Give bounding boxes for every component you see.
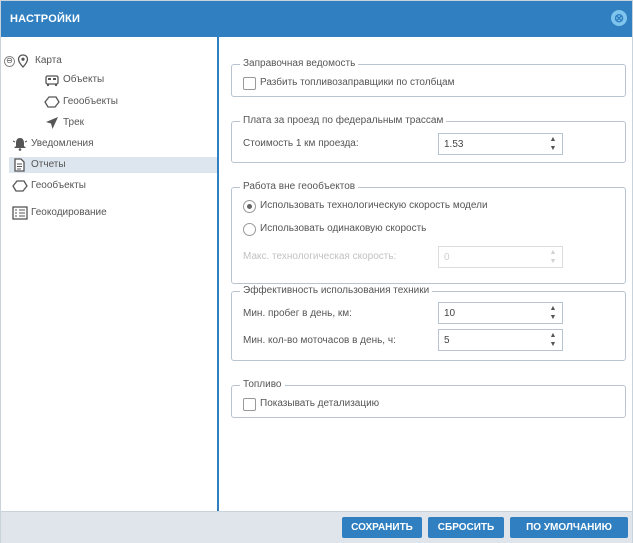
input-value: 10 [444, 308, 456, 319]
bell-icon [12, 137, 28, 151]
outside-geoobjects-group: Работа вне геообъектов Использовать техн… [231, 181, 626, 284]
spinner-icon[interactable]: ▲ ▼ [548, 248, 558, 266]
fuel-sheet-group: Заправочная ведомость Разбить топливозап… [231, 58, 626, 97]
input-value: 5 [444, 335, 450, 346]
sidebar-item-geocoding[interactable]: Геокодирование [12, 205, 107, 221]
same-speed-radio[interactable] [243, 223, 256, 236]
input-value: 1.53 [444, 139, 464, 150]
settings-content: Заправочная ведомость Разбить топливозап… [221, 37, 632, 511]
sidebar-item-label: Геообъекты [63, 96, 118, 107]
toll-group: Плата за проезд по федеральным трассам С… [231, 115, 626, 163]
sidebar-item-label: Уведомления [31, 138, 94, 149]
dialog-footer: СОХРАНИТЬ СБРОСИТЬ ПО УМОЛЧАНИЮ [1, 511, 632, 543]
polygon-icon [12, 179, 28, 193]
car-icon [44, 73, 60, 87]
cost-per-km-input[interactable]: 1.53 ▲ ▼ [438, 133, 563, 155]
dialog-titlebar: НАСТРОЙКИ ⊗ [1, 1, 632, 37]
sidebar-item-label: Объекты [63, 74, 105, 85]
sidebar-item-label: Трек [63, 117, 85, 128]
polygon-icon [44, 95, 60, 109]
sidebar-item-objects[interactable]: Объекты [44, 72, 104, 88]
settings-dialog: НАСТРОЙКИ ⊗ ⊖ Карта Объекты Геообъекты Т… [0, 0, 633, 543]
sidebar-item-reports[interactable]: Отчеты [9, 157, 217, 173]
input-value: 0 [444, 252, 450, 263]
group-legend: Топливо [240, 379, 285, 390]
group-legend: Работа вне геообъектов [240, 181, 359, 192]
radio-label: Использовать технологическую скорость мо… [260, 200, 488, 211]
defaults-button[interactable]: ПО УМОЛЧАНИЮ [510, 517, 628, 538]
sidebar-item-label: Геокодирование [31, 207, 107, 218]
checkbox-label: Показывать детализацию [260, 398, 380, 409]
min-motohours-input[interactable]: 5 ▲ ▼ [438, 329, 563, 351]
spinner-icon[interactable]: ▲ ▼ [548, 135, 558, 153]
sidebar-item-notifications[interactable]: Уведомления [12, 136, 94, 152]
collapse-icon[interactable]: ⊖ [4, 56, 15, 67]
sidebar-item-map[interactable]: Карта [16, 53, 62, 69]
sidebar-item-geoobjects[interactable]: Геообъекты [12, 178, 86, 194]
spinner-icon[interactable]: ▲ ▼ [548, 304, 558, 322]
spinner-icon[interactable]: ▲ ▼ [548, 331, 558, 349]
tech-speed-radio[interactable] [243, 200, 256, 213]
dialog-title: НАСТРОЙКИ [10, 13, 81, 25]
arrow-icon [44, 116, 60, 130]
group-legend: Заправочная ведомость [240, 58, 359, 69]
field-label: Мин. кол-во моточасов в день, ч: [243, 335, 396, 346]
group-legend: Эффективность использования техники [240, 285, 433, 296]
max-speed-input[interactable]: 0 ▲ ▼ [438, 246, 563, 268]
sidebar-item-label: Отчеты [31, 159, 66, 170]
efficiency-group: Эффективность использования техники Мин.… [231, 285, 626, 361]
show-details-checkbox[interactable] [243, 398, 256, 411]
list-icon [12, 206, 28, 220]
close-icon[interactable]: ⊗ [611, 10, 627, 26]
sidebar-item-geoobjects-map[interactable]: Геообъекты [44, 94, 118, 110]
reset-button[interactable]: СБРОСИТЬ [428, 517, 504, 538]
group-legend: Плата за проезд по федеральным трассам [240, 115, 447, 126]
field-label: Мин. пробег в день, км: [243, 308, 352, 319]
sidebar-item-label: Карта [35, 55, 62, 66]
field-label: Макс. технологическая скорость: [243, 251, 397, 262]
fuel-group: Топливо Показывать детализацию [231, 379, 626, 418]
field-label: Стоимость 1 км проезда: [243, 138, 359, 149]
checkbox-label: Разбить топливозаправщики по столбцам [260, 77, 455, 88]
save-button[interactable]: СОХРАНИТЬ [342, 517, 422, 538]
split-tankers-checkbox[interactable] [243, 77, 256, 90]
map-pin-icon [16, 54, 32, 68]
radio-label: Использовать одинаковую скорость [260, 223, 427, 234]
sidebar-item-track[interactable]: Трек [44, 115, 84, 131]
document-icon [12, 158, 28, 172]
sidebar-item-label: Геообъекты [31, 180, 86, 191]
settings-sidebar: ⊖ Карта Объекты Геообъекты Трек Уведомле [1, 37, 219, 511]
min-mileage-input[interactable]: 10 ▲ ▼ [438, 302, 563, 324]
